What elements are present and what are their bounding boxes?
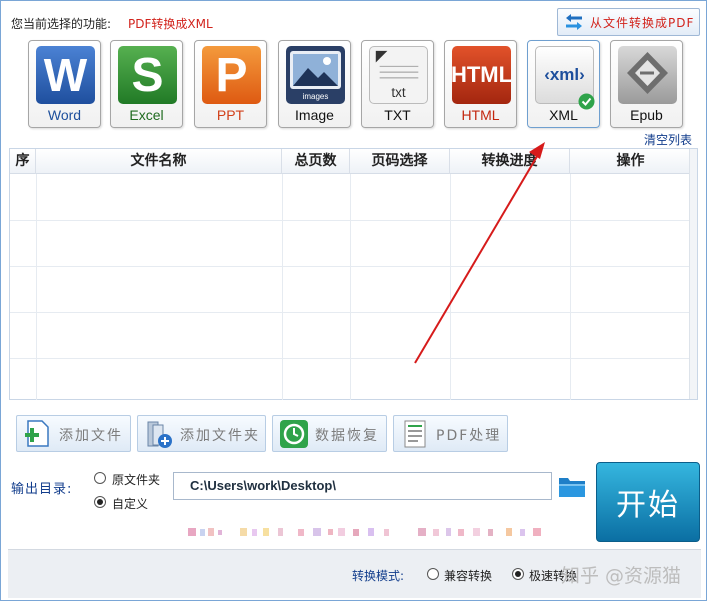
swap-arrows-icon bbox=[566, 14, 582, 30]
radio-fast-mode[interactable] bbox=[512, 568, 524, 580]
app-window: 您当前选择的功能: PDF转换成XML 从文件转换成PDF W Word S E… bbox=[0, 0, 707, 601]
data-restore-button[interactable]: 数据恢复 bbox=[272, 415, 387, 452]
noise-strip bbox=[188, 528, 541, 536]
radio-original-folder[interactable] bbox=[94, 472, 106, 484]
format-ppt-button[interactable]: P PPT bbox=[194, 40, 267, 128]
format-excel-button[interactable]: S Excel bbox=[110, 40, 183, 128]
column-header-action[interactable]: 操作 bbox=[570, 149, 691, 174]
radio-original-folder-label: 原文件夹 bbox=[112, 473, 161, 487]
column-divider bbox=[282, 174, 283, 400]
epub-icon bbox=[618, 46, 677, 104]
format-label: TXT bbox=[384, 107, 411, 123]
add-folder-button[interactable]: 添加文件夹 bbox=[137, 415, 266, 452]
row-divider bbox=[10, 266, 691, 267]
browse-folder-icon[interactable] bbox=[558, 474, 586, 498]
format-word-button[interactable]: W Word bbox=[28, 40, 101, 128]
format-label: Word bbox=[47, 107, 82, 123]
format-label: Epub bbox=[630, 107, 663, 123]
add-file-label: 添加文件 bbox=[59, 428, 123, 444]
column-divider bbox=[570, 174, 571, 400]
function-value: PDF转换成XML bbox=[128, 17, 213, 31]
format-txt-button[interactable]: txt TXT bbox=[361, 40, 434, 128]
mode-label: 转换模式: bbox=[352, 569, 405, 583]
column-divider bbox=[350, 174, 351, 400]
radio-custom[interactable] bbox=[94, 496, 106, 508]
restore-icon bbox=[280, 420, 308, 448]
column-divider bbox=[36, 174, 37, 400]
output-path-field[interactable]: C:\Users\work\Desktop\ bbox=[173, 472, 552, 500]
function-label: 您当前选择的功能: bbox=[11, 17, 112, 31]
data-restore-label: 数据恢复 bbox=[315, 428, 379, 444]
add-file-icon bbox=[25, 420, 49, 447]
row-divider bbox=[10, 312, 691, 313]
format-label: HTML bbox=[461, 107, 500, 123]
image-icon: images bbox=[286, 46, 345, 104]
format-image-button[interactable]: images Image bbox=[278, 40, 351, 128]
format-label: Excel bbox=[129, 107, 164, 123]
svg-text:images: images bbox=[303, 92, 329, 101]
format-label: PPT bbox=[216, 107, 245, 123]
output-dir-label: 输出目录: bbox=[11, 482, 73, 497]
table-header: 序 文件名称 总页数 页码选择 转换进度 操作 bbox=[10, 149, 691, 174]
column-header-filename[interactable]: 文件名称 bbox=[36, 149, 282, 174]
html-icon: HTML bbox=[452, 46, 511, 104]
word-icon: W bbox=[36, 46, 95, 104]
row-divider bbox=[10, 220, 691, 221]
column-header-index[interactable]: 序 bbox=[10, 149, 36, 174]
pdf-process-label: PDF处理 bbox=[436, 428, 502, 444]
format-html-button[interactable]: HTML HTML bbox=[444, 40, 517, 128]
radio-custom-label: 自定义 bbox=[112, 497, 149, 511]
switch-button-label: 从文件转换成PDF bbox=[590, 15, 695, 30]
start-button[interactable]: 开始 bbox=[596, 462, 700, 542]
column-header-page-select[interactable]: 页码选择 bbox=[350, 149, 450, 174]
watermark: 知乎 @资源猫 bbox=[561, 565, 682, 587]
txt-icon: txt bbox=[369, 46, 428, 104]
column-divider bbox=[450, 174, 451, 400]
file-table: 序 文件名称 总页数 页码选择 转换进度 操作 bbox=[9, 148, 698, 400]
row-divider bbox=[10, 358, 691, 359]
add-file-button[interactable]: 添加文件 bbox=[16, 415, 131, 452]
column-header-pages[interactable]: 总页数 bbox=[282, 149, 350, 174]
switch-to-pdf-button[interactable]: 从文件转换成PDF bbox=[557, 8, 700, 36]
pdf-process-button[interactable]: PDF处理 bbox=[393, 415, 508, 452]
format-label: XML bbox=[549, 107, 578, 123]
vertical-scrollbar[interactable] bbox=[689, 149, 697, 399]
radio-compat-mode[interactable] bbox=[427, 568, 439, 580]
add-folder-icon bbox=[147, 421, 172, 448]
format-epub-button[interactable]: Epub bbox=[610, 40, 683, 128]
format-label: Image bbox=[295, 107, 334, 123]
pdf-process-icon bbox=[404, 420, 426, 448]
format-xml-button[interactable]: ‹xml› XML bbox=[527, 40, 600, 128]
radio-compat-mode-label: 兼容转换 bbox=[444, 569, 493, 583]
svg-text:txt: txt bbox=[391, 85, 406, 100]
excel-icon: S bbox=[118, 46, 177, 104]
add-folder-label: 添加文件夹 bbox=[180, 428, 260, 444]
ppt-icon: P bbox=[202, 46, 261, 104]
column-header-progress[interactable]: 转换进度 bbox=[450, 149, 570, 174]
clear-list-link[interactable]: 清空列表 bbox=[644, 131, 692, 148]
